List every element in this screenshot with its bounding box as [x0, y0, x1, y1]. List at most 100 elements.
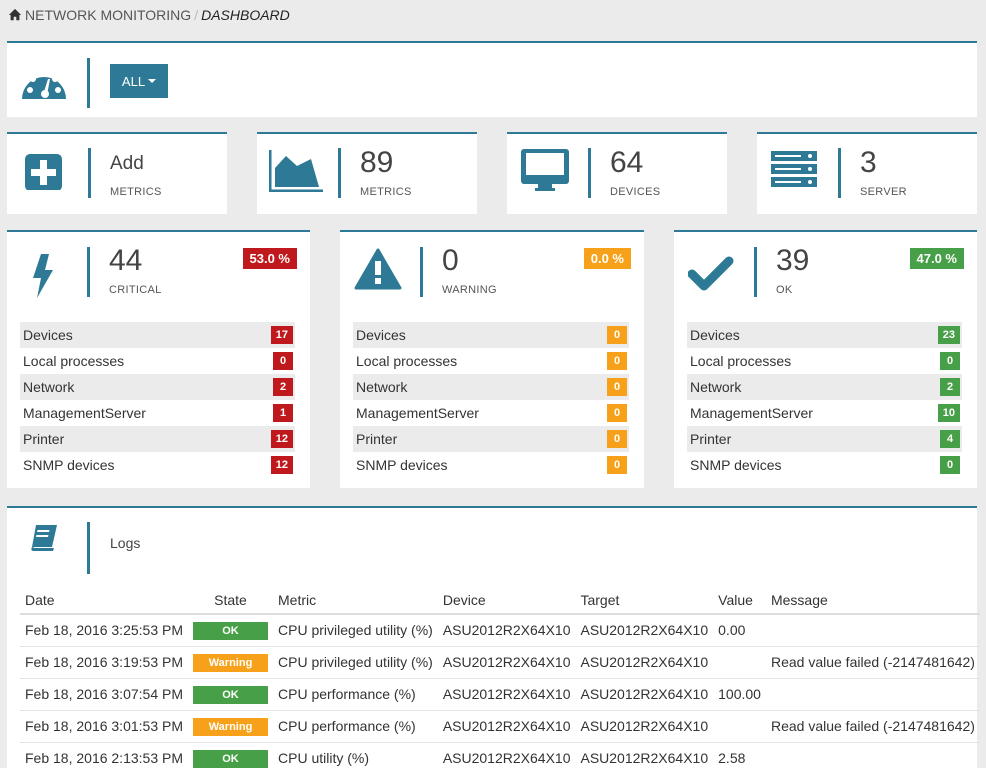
divider [420, 247, 423, 297]
count-badge: 0 [607, 378, 627, 396]
table-row[interactable]: Feb 18, 2016 2:13:53 PM OK CPU utility (%)… [20, 742, 980, 768]
category-name: Printer [356, 431, 398, 447]
stat-card-add-metrics[interactable]: Add METRICS [7, 132, 227, 214]
cell-state: OK [188, 742, 273, 768]
cell-value: 2.58 [713, 742, 766, 768]
column-header-message[interactable]: Message [765, 586, 980, 615]
breadcrumb-root[interactable]: NETWORK MONITORING [25, 7, 191, 23]
list-item[interactable]: Network 2 [20, 374, 295, 400]
cell-message: Read value failed (-2147481642) [765, 710, 980, 743]
area-chart-icon [269, 150, 323, 192]
home-icon[interactable] [8, 8, 22, 22]
list-item[interactable]: SNMP devices 12 [20, 452, 295, 478]
column-header-device[interactable]: Device [437, 586, 576, 615]
count-badge: 0 [940, 456, 960, 474]
list-item[interactable]: Network 2 [687, 374, 962, 400]
stat-label: DEVICES [610, 186, 661, 198]
cell-message [765, 742, 980, 768]
count-badge: 1 [273, 404, 293, 422]
critical-category-list: Devices 17 Local processes 0 Network 2 Mana… [20, 322, 295, 478]
table-row[interactable]: Feb 18, 2016 3:19:53 PM Warning CPU privil… [20, 646, 980, 679]
count-badge: 2 [940, 378, 960, 396]
cell-value [713, 646, 766, 679]
list-item[interactable]: ManagementServer 0 [353, 400, 629, 426]
list-item[interactable]: ManagementServer 10 [687, 400, 962, 426]
cell-date: Feb 18, 2016 3:19:53 PM [20, 646, 188, 679]
stat-label: METRICS [110, 186, 162, 198]
cell-device: ASU2012R2X64X10 [437, 710, 576, 743]
cell-target: ASU2012R2X64X10 [575, 678, 714, 711]
category-name: Printer [23, 431, 65, 447]
list-item[interactable]: SNMP devices 0 [687, 452, 962, 478]
category-name: SNMP devices [23, 457, 115, 473]
stat-card-metrics[interactable]: 89 METRICS [257, 132, 477, 214]
category-name: ManagementServer [356, 405, 479, 421]
cell-device: ASU2012R2X64X10 [437, 614, 576, 647]
cell-device: ASU2012R2X64X10 [437, 678, 576, 711]
column-header-target[interactable]: Target [575, 586, 714, 615]
checkmark-icon [688, 256, 734, 291]
category-name: Network [23, 379, 75, 395]
stat-value: Add [110, 153, 144, 174]
list-item[interactable]: Devices 17 [20, 322, 295, 348]
category-name: Network [690, 379, 742, 395]
divider [588, 148, 591, 198]
column-header-metric[interactable]: Metric [273, 586, 438, 615]
list-item[interactable]: Printer 4 [687, 426, 962, 452]
list-item[interactable]: Local processes 0 [20, 348, 295, 374]
stat-card-devices[interactable]: 64 DEVICES [507, 132, 727, 214]
divider [88, 148, 91, 198]
list-item[interactable]: Devices 23 [687, 322, 962, 348]
count-badge: 10 [937, 404, 960, 422]
table-row[interactable]: Feb 18, 2016 3:07:54 PM OK CPU performance… [20, 678, 980, 711]
dashboard-gauge-icon [22, 70, 66, 99]
monitor-icon [521, 149, 569, 191]
logs-panel: Logs Date State Metric Device Target Val… [7, 506, 980, 768]
breadcrumb: NETWORK MONITORING / DASHBOARD [8, 7, 290, 23]
column-header-date[interactable]: Date [20, 586, 188, 615]
count-badge: 23 [937, 326, 960, 344]
filter-dropdown-button[interactable]: ALL [110, 64, 168, 98]
table-row[interactable]: Feb 18, 2016 3:25:53 PM OK CPU privileged … [20, 614, 980, 647]
list-item[interactable]: Network 0 [353, 374, 629, 400]
list-item[interactable]: Local processes 0 [353, 348, 629, 374]
category-name: ManagementServer [23, 405, 146, 421]
stat-value: 3 [860, 146, 877, 179]
category-name: Local processes [690, 353, 792, 369]
list-item[interactable]: Printer 12 [20, 426, 295, 452]
cell-device: ASU2012R2X64X10 [437, 742, 576, 768]
critical-count: 44 [109, 244, 143, 277]
warning-label: WARNING [442, 284, 497, 296]
count-badge: 0 [940, 352, 960, 370]
stat-label: METRICS [360, 186, 412, 198]
divider [338, 148, 341, 198]
critical-label: CRITICAL [109, 284, 162, 296]
cell-date: Feb 18, 2016 3:01:53 PM [20, 710, 188, 743]
count-badge: 0 [607, 326, 627, 344]
cell-metric: CPU privileged utility (%) [273, 646, 438, 679]
cell-state: OK [188, 614, 273, 647]
count-badge: 4 [940, 430, 960, 448]
stat-card-server[interactable]: 3 SERVER [757, 132, 977, 214]
table-header-row: Date State Metric Device Target Value Me… [20, 586, 980, 615]
list-item[interactable]: Printer 0 [353, 426, 629, 452]
count-badge: 0 [607, 430, 627, 448]
list-item[interactable]: Local processes 0 [687, 348, 962, 374]
plus-square-icon [25, 154, 62, 190]
category-name: Network [356, 379, 408, 395]
divider [838, 148, 841, 198]
count-badge: 2 [273, 378, 293, 396]
table-row[interactable]: Feb 18, 2016 3:01:53 PM Warning CPU perfor… [20, 710, 980, 743]
list-item[interactable]: SNMP devices 0 [353, 452, 629, 478]
cell-device: ASU2012R2X64X10 [437, 646, 576, 679]
category-name: Local processes [356, 353, 458, 369]
critical-percent-badge: 53.0 % [242, 248, 297, 269]
category-name: SNMP devices [690, 457, 782, 473]
category-name: Printer [690, 431, 732, 447]
server-icon [771, 151, 817, 187]
list-item[interactable]: Devices 0 [353, 322, 629, 348]
list-item[interactable]: ManagementServer 1 [20, 400, 295, 426]
cell-message [765, 678, 980, 711]
column-header-value[interactable]: Value [713, 586, 766, 615]
column-header-state[interactable]: State [188, 586, 273, 615]
